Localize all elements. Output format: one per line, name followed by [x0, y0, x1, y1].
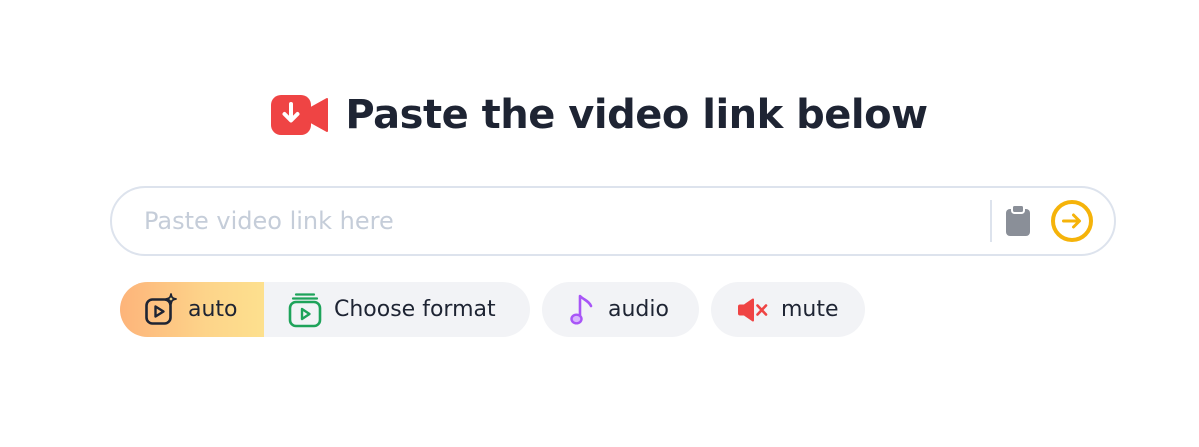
link-search-bar	[110, 186, 1116, 256]
audio-label: audio	[608, 297, 669, 322]
speaker-mute-icon	[738, 298, 768, 321]
downloader-panel: Paste the video link below Paste video l…	[0, 0, 1199, 447]
page-heading: Paste the video link below	[0, 92, 1199, 138]
download-options: auto Choose format audio mute	[120, 282, 877, 337]
auto-label: auto	[188, 297, 238, 322]
sparkle-play-icon	[145, 292, 177, 325]
video-link-input[interactable]	[112, 188, 990, 254]
video-download-icon	[271, 95, 329, 135]
video-stack-icon	[288, 292, 322, 327]
mode-toggle-group: auto Choose format	[120, 282, 530, 337]
submit-button[interactable]	[1050, 199, 1094, 243]
mute-label: mute	[781, 297, 839, 322]
search-divider	[990, 200, 992, 242]
arrow-right-circle-icon	[1051, 200, 1093, 242]
paste-button[interactable]	[1002, 201, 1034, 241]
choose-format-button[interactable]: Choose format	[264, 282, 530, 337]
mute-button[interactable]: mute	[711, 282, 865, 337]
choose-format-label: Choose format	[334, 297, 496, 322]
audio-button[interactable]: audio	[542, 282, 699, 337]
auto-button[interactable]: auto	[120, 282, 264, 337]
clipboard-icon	[1006, 205, 1030, 236]
music-note-icon	[570, 294, 593, 325]
page-title: Paste the video link below	[345, 92, 928, 138]
